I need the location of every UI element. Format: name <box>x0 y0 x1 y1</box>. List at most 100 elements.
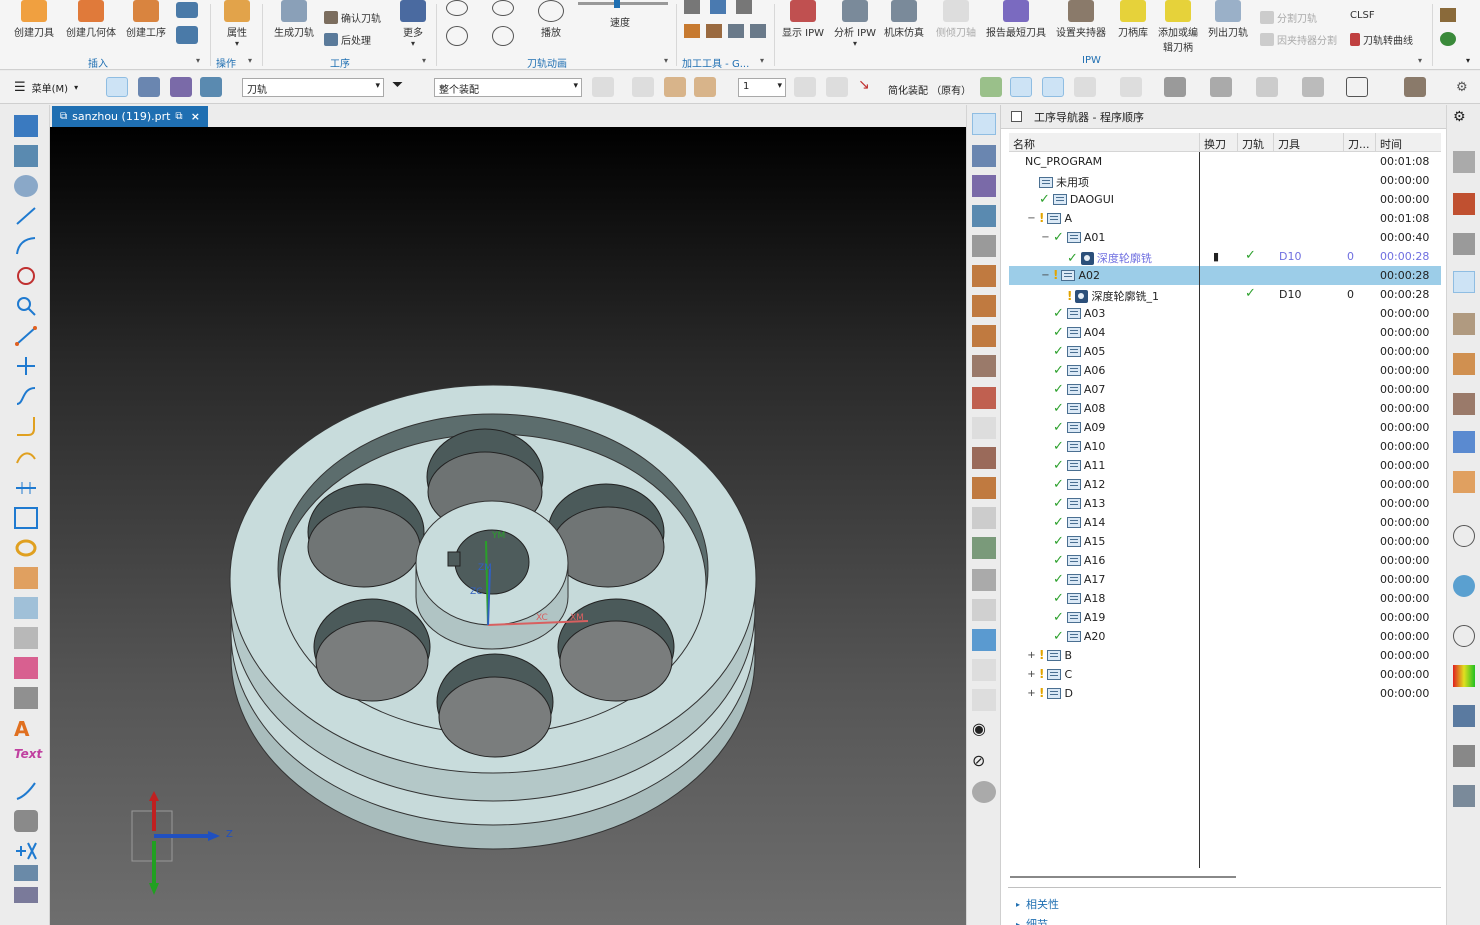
operation-navigator-icon[interactable] <box>972 113 996 135</box>
box-select-2-icon[interactable] <box>694 77 716 97</box>
program-row[interactable]: ✓ A03 00:00:00 <box>1009 304 1441 323</box>
filter-reset-icon[interactable]: ⏷ <box>392 77 414 97</box>
text-3d-icon[interactable]: Text <box>14 747 42 769</box>
program-row[interactable]: ✓ A12 00:00:00 <box>1009 475 1441 494</box>
text-icon[interactable]: A <box>14 717 38 741</box>
program-row[interactable]: +! D 00:00:00 <box>1009 684 1441 703</box>
sphere-icon[interactable] <box>14 175 38 197</box>
tool-icon-3[interactable] <box>736 0 752 14</box>
document-tab[interactable]: ⧉ sanzhou (119).prt ⧉ × <box>52 106 208 127</box>
res-icon-10[interactable] <box>972 387 996 409</box>
group-machining-tools-expand[interactable]: ▾ <box>760 56 764 65</box>
res-icon-20[interactable] <box>972 689 996 711</box>
navigator-pin-checkbox[interactable] <box>1011 111 1022 122</box>
generate-toolpath-button[interactable]: 生成刀轨 <box>274 0 314 39</box>
res-icon-23[interactable] <box>972 781 996 803</box>
col-tool-number[interactable]: 刀... <box>1343 133 1375 151</box>
ribbon-extra-icon-2[interactable] <box>1440 32 1456 46</box>
right-icon-9[interactable] <box>1453 431 1475 453</box>
add-edit-holder-button[interactable]: 添加或编 辑刀柄 <box>1158 0 1198 54</box>
program-row[interactable]: ✓ A04 00:00:00 <box>1009 323 1441 342</box>
res-icon-6[interactable] <box>972 265 996 287</box>
face-icon[interactable] <box>14 657 38 679</box>
res-icon-13[interactable] <box>972 477 996 499</box>
program-row[interactable]: ✓ DAOGUI 00:00:00 <box>1009 190 1441 209</box>
select-filter-icon[interactable] <box>592 77 614 97</box>
surface-icon[interactable] <box>14 567 38 589</box>
expand-toggle-icon[interactable]: − <box>1041 270 1050 281</box>
group-ipw-expand[interactable]: ▾ <box>1418 56 1422 65</box>
program-row[interactable]: ✓ A17 00:00:00 <box>1009 570 1441 589</box>
machine-sim-button[interactable]: 机床仿真 <box>884 0 924 39</box>
col-tool-change[interactable]: 换刀 <box>1199 133 1237 151</box>
section-dependencies[interactable]: ▸ 相关性 <box>1016 896 1059 912</box>
tool-icon-7[interactable] <box>750 24 766 38</box>
geometry-view-icon[interactable] <box>170 77 192 97</box>
create-geometry-button[interactable]: 创建几何体 <box>66 0 116 39</box>
group-animation-expand[interactable]: ▾ <box>664 56 668 65</box>
res-icon-18[interactable] <box>972 629 996 651</box>
program-row[interactable]: ✓ A19 00:00:00 <box>1009 608 1441 627</box>
wcs-icon[interactable]: ↘ <box>858 77 880 97</box>
postprocess-button[interactable]: 后处理 <box>324 32 371 47</box>
cylinder-icon[interactable] <box>14 810 38 832</box>
close-tab-icon[interactable]: × <box>191 110 200 123</box>
program-row[interactable]: ✓ A16 00:00:00 <box>1009 551 1441 570</box>
program-row[interactable]: −! A02 00:00:28 <box>1009 266 1441 285</box>
fillet-curve-icon[interactable] <box>14 415 38 437</box>
orient-view-icon[interactable] <box>1210 77 1232 97</box>
res-icon-12[interactable] <box>972 447 996 469</box>
customize-gear-icon[interactable]: ⚙ <box>1456 80 1468 95</box>
res-icon-14[interactable] <box>972 507 996 529</box>
clsf-button[interactable]: CLSF <box>1350 10 1375 21</box>
holder-split-button[interactable]: 因夹持器分割 <box>1260 32 1337 47</box>
res-icon-7[interactable] <box>972 295 996 317</box>
split-toolpath-button[interactable]: 分割刀轨 <box>1260 10 1317 25</box>
forward-button[interactable] <box>492 26 514 48</box>
offset-icon[interactable] <box>14 507 38 529</box>
speed-slider-thumb[interactable] <box>614 0 620 8</box>
res-icon-9[interactable] <box>972 355 996 377</box>
window-layout-icon[interactable] <box>1346 77 1368 97</box>
shaded-icon[interactable] <box>1164 77 1186 97</box>
program-row[interactable]: +! C 00:00:00 <box>1009 665 1441 684</box>
tool-icon-5[interactable] <box>706 24 722 38</box>
ribbon-collapse-icon[interactable]: ▾ <box>1466 56 1470 65</box>
more-button[interactable]: 更多 ▾ <box>400 0 426 48</box>
col-toolpath[interactable]: 刀轨 <box>1237 133 1273 151</box>
expand-toggle-icon[interactable]: + <box>1027 650 1036 661</box>
method-view-icon[interactable] <box>200 77 222 97</box>
tool-icon-6[interactable] <box>728 24 744 38</box>
col-name[interactable]: 名称 <box>1009 133 1199 151</box>
tool-icon-4[interactable] <box>684 24 700 38</box>
right-navigator-icon[interactable] <box>1453 271 1475 293</box>
right-globe-icon[interactable] <box>1453 575 1475 597</box>
program-row[interactable]: ✓ A10 00:00:00 <box>1009 437 1441 456</box>
program-row[interactable]: ✓ A11 00:00:00 <box>1009 456 1441 475</box>
report-shortest-tool-button[interactable]: 报告最短刀具 <box>986 0 1046 39</box>
popout-icon[interactable]: ⧉ <box>175 111 182 122</box>
right-icon-7[interactable] <box>1453 353 1475 375</box>
program-row[interactable]: +! B 00:00:00 <box>1009 646 1441 665</box>
right-icon-16[interactable] <box>1453 745 1475 767</box>
section-view-icon[interactable] <box>1074 77 1096 97</box>
set-holder-button[interactable]: 设置夹持器 <box>1056 0 1106 39</box>
view-triad[interactable]: Z <box>126 791 246 911</box>
navigator-hscrollbar[interactable] <box>1010 876 1236 878</box>
rewind-button[interactable] <box>446 26 468 48</box>
layer-settings-icon[interactable] <box>794 77 816 97</box>
point-icon[interactable] <box>14 355 38 377</box>
res-icon-16[interactable] <box>972 569 996 591</box>
expand-toggle-icon[interactable]: + <box>1027 669 1036 680</box>
machine-tool-view-icon[interactable] <box>138 77 160 97</box>
group-operations-expand[interactable]: ▾ <box>248 56 252 65</box>
side-tool-button[interactable]: 侧倾刀轴 <box>936 0 976 39</box>
circle-icon[interactable] <box>14 265 38 287</box>
program-row[interactable]: ✓ A06 00:00:00 <box>1009 361 1441 380</box>
program-row[interactable]: ✓ A14 00:00:00 <box>1009 513 1441 532</box>
bridge-curve-icon[interactable] <box>14 445 38 467</box>
right-clock-icon[interactable] <box>1453 625 1475 647</box>
group-procedure-expand[interactable]: ▾ <box>422 56 426 65</box>
tool-icon-2[interactable] <box>710 0 726 14</box>
create-method-button[interactable] <box>176 26 198 46</box>
